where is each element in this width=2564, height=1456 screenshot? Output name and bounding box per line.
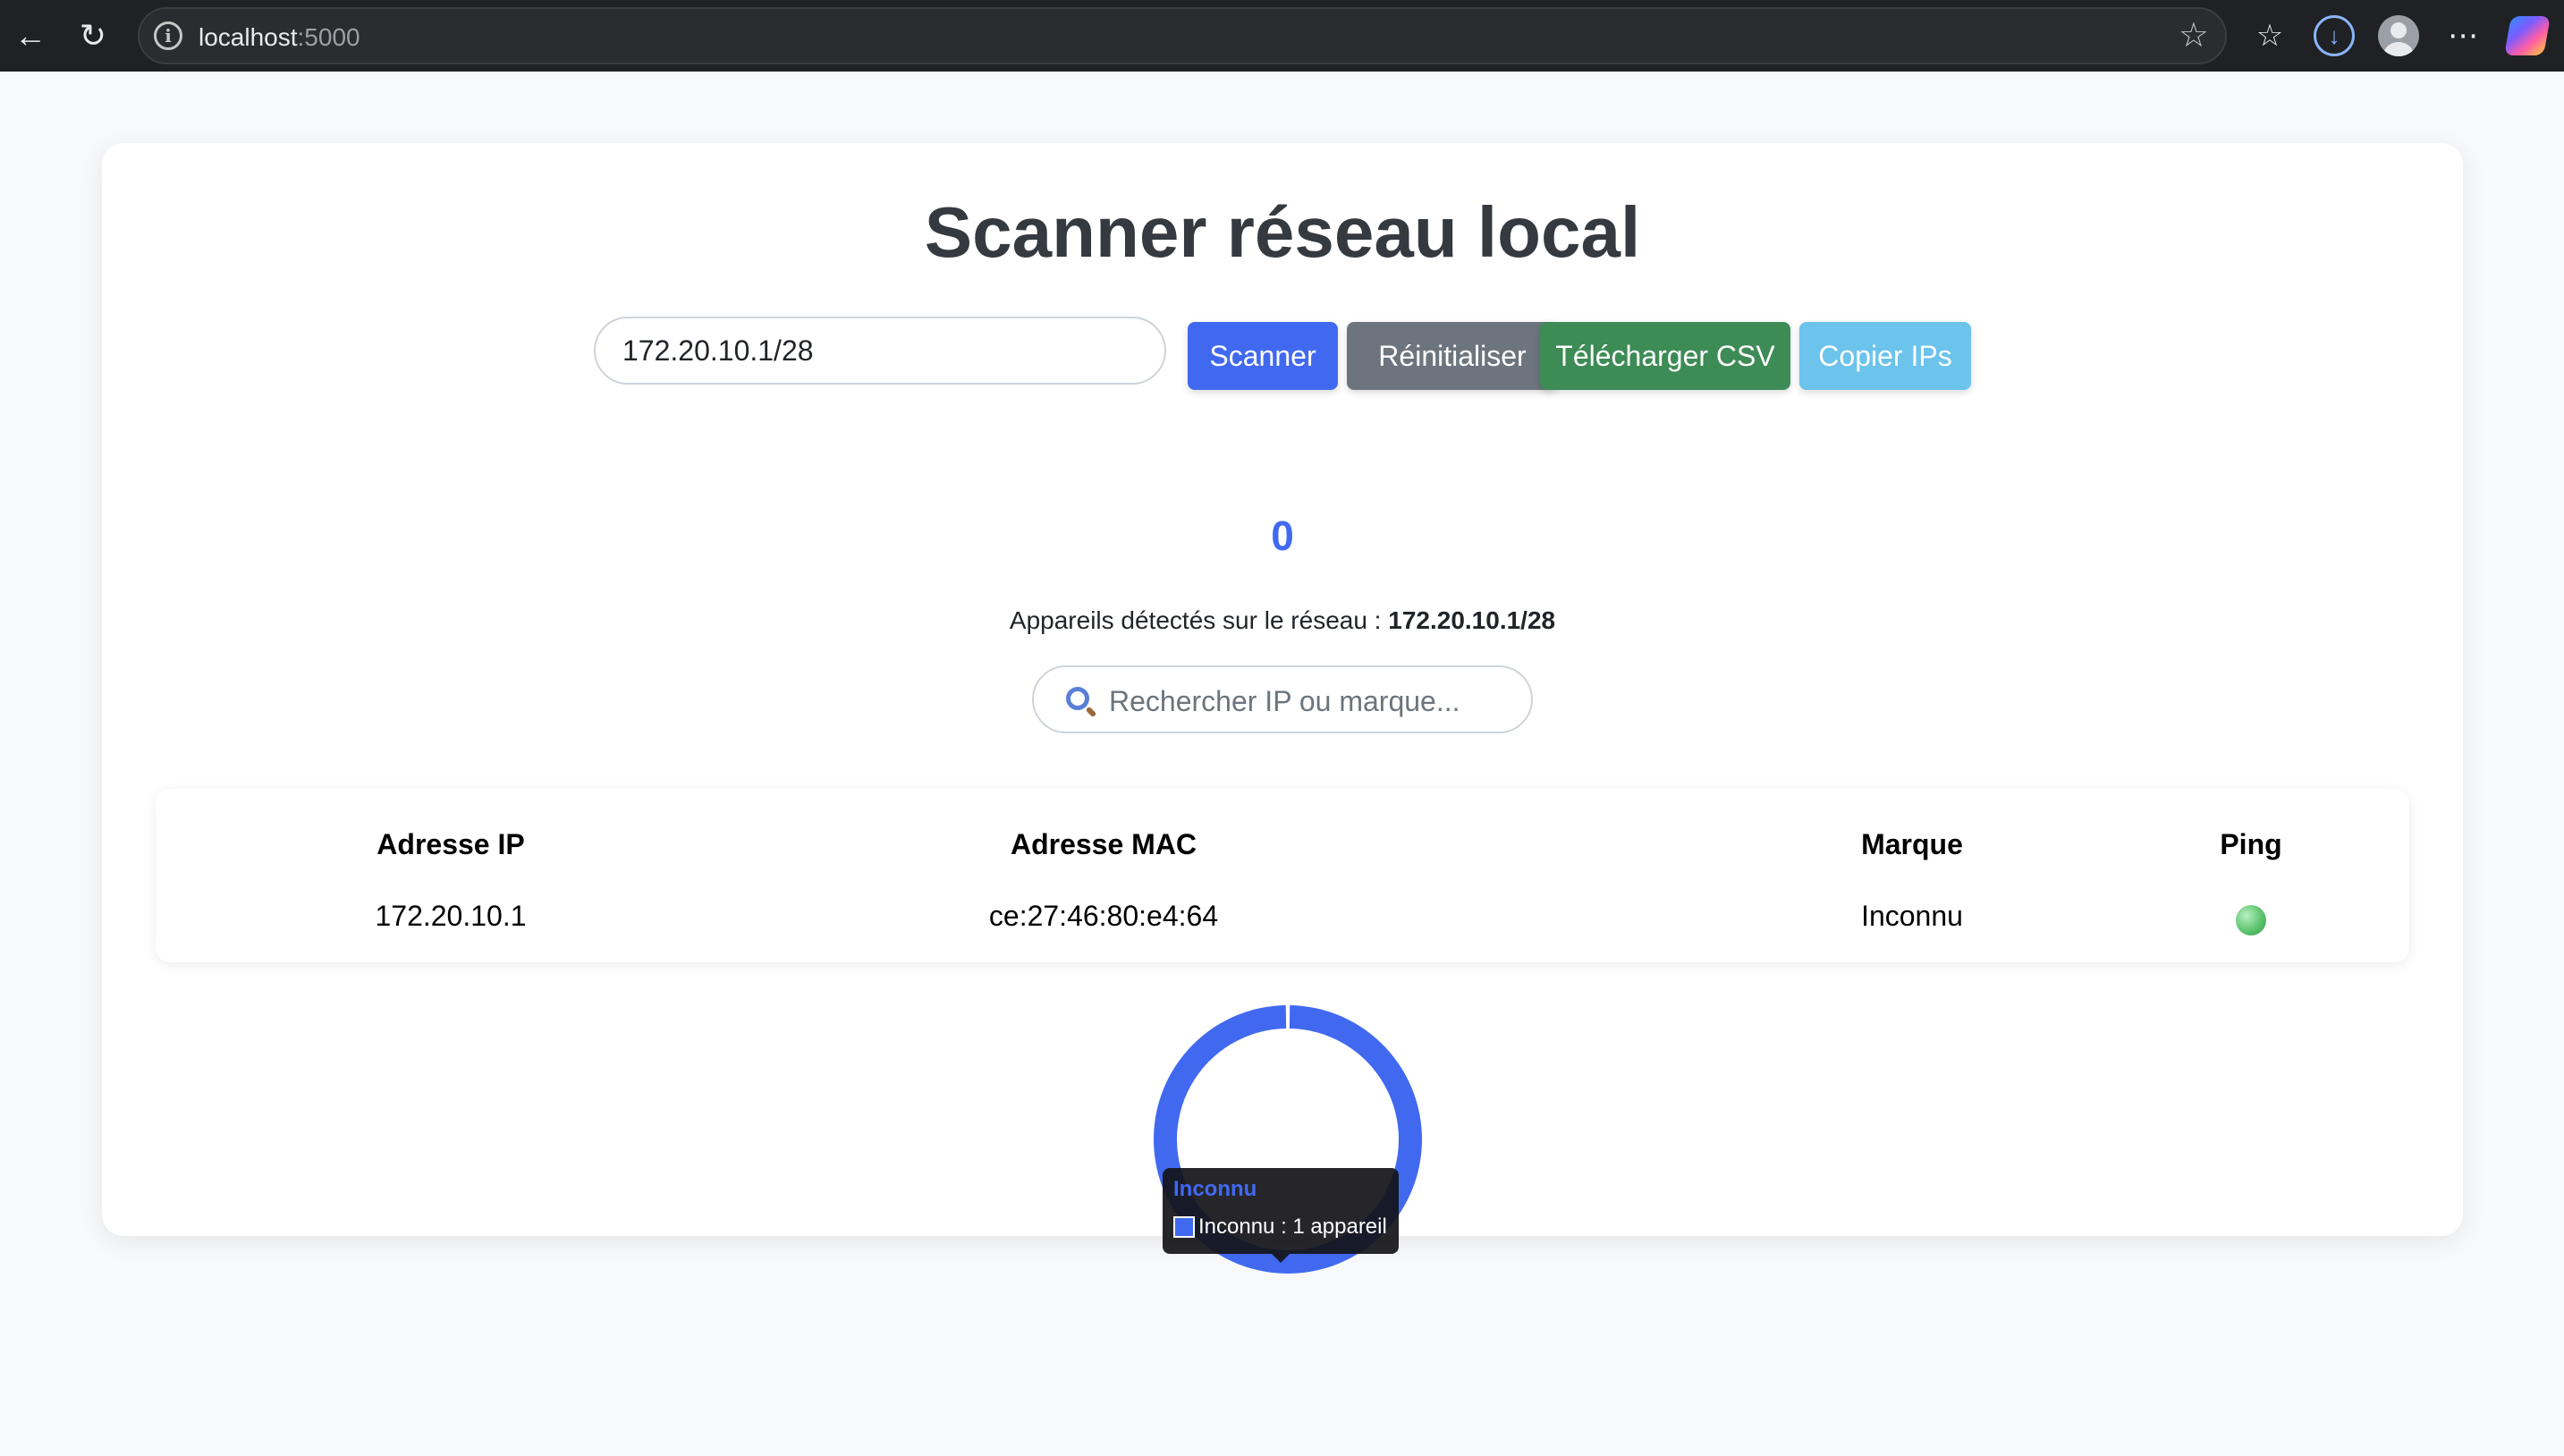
reload-icon[interactable]: ↻ — [70, 13, 116, 59]
url-text: localhost:5000 — [199, 23, 360, 51]
detected-prefix: Appareils détectés sur le réseau : — [1009, 606, 1382, 634]
scanner-card: Scanner réseau local 172.20.10.1/28 Scan… — [102, 143, 2463, 1274]
cell-ip: 172.20.10.1 — [375, 900, 527, 932]
tooltip-label: Inconnu : 1 appareil — [1198, 1215, 1387, 1239]
header-brand: Marque — [1861, 828, 1963, 860]
more-menu-icon[interactable]: ⋯ — [2440, 13, 2486, 59]
search-placeholder: Rechercher IP ou marque... — [1109, 685, 1460, 717]
detected-network: 172.20.10.1/28 — [1388, 606, 1556, 634]
network-range-input[interactable]: 172.20.10.1/28 — [594, 317, 1166, 385]
address-bar[interactable]: i localhost:5000 ☆ — [138, 7, 2227, 64]
back-icon[interactable]: ← — [7, 13, 54, 59]
favorites-icon[interactable]: ☆ — [2247, 13, 2293, 59]
reset-button[interactable]: Réinitialiser — [1347, 322, 1558, 390]
page-title: Scanner réseau local — [924, 192, 1641, 272]
cell-brand: Inconnu — [1861, 900, 1963, 932]
download-csv-button[interactable]: Télécharger CSV — [1540, 322, 1790, 390]
downloads-icon[interactable]: ↓ — [2311, 13, 2357, 59]
tooltip-swatch — [1173, 1216, 1195, 1238]
ping-status-icon — [2236, 905, 2266, 935]
header-mac: Adresse MAC — [1010, 828, 1197, 860]
chart-tooltip: Inconnu Inconnu : 1 appareil — [1163, 1168, 1399, 1263]
tooltip-title: Inconnu — [1173, 1177, 1257, 1201]
scan-button[interactable]: Scanner — [1188, 322, 1338, 390]
device-counter: 0 — [1271, 512, 1294, 559]
bookmark-star-icon[interactable]: ☆ — [2179, 18, 2209, 54]
browser-toolbar: ← ↻ i localhost:5000 ☆ ☆ ↓ ⋯ — [0, 0, 2564, 72]
copilot-icon[interactable] — [2504, 13, 2551, 59]
header-ping: Ping — [2220, 828, 2282, 860]
site-info-icon[interactable]: i — [154, 21, 182, 50]
profile-avatar-icon[interactable] — [2375, 13, 2422, 59]
copy-ips-button[interactable]: Copier IPs — [1799, 322, 1971, 390]
page: Scanner réseau local 172.20.10.1/28 Scan… — [0, 72, 2564, 1456]
devices-table: Adresse IP Adresse MAC Marque Ping 172.2… — [156, 789, 2409, 962]
magnifier-icon — [1066, 687, 1089, 710]
cell-mac: ce:27:46:80:e4:64 — [988, 900, 1219, 932]
header-ip: Adresse IP — [377, 828, 525, 860]
detected-devices-text: Appareils détectés sur le réseau : 172.2… — [102, 606, 2463, 635]
search-input[interactable]: Rechercher IP ou marque... — [1032, 665, 1533, 733]
